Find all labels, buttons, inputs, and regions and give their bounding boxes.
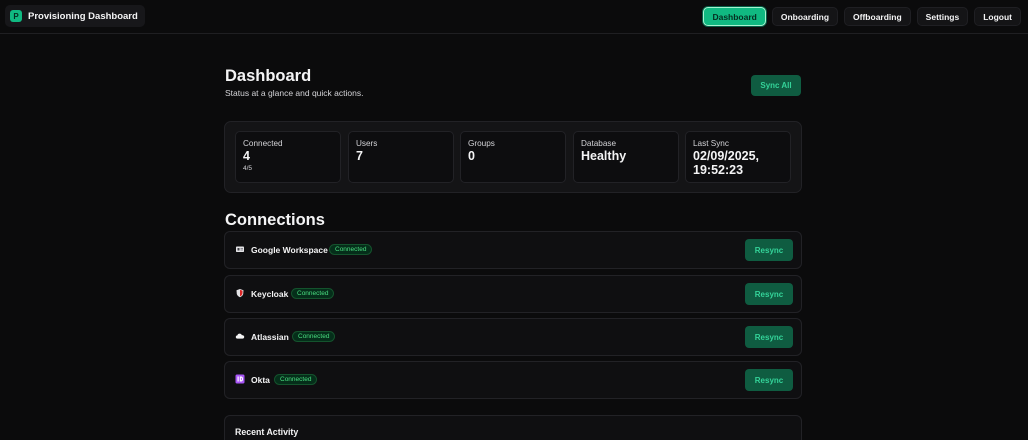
connection-name: Keycloak — [251, 289, 289, 299]
stat-label: Database — [581, 139, 617, 148]
main-nav: Dashboard Onboarding Offboarding Setting… — [703, 7, 1021, 26]
connection-name: Okta — [251, 375, 270, 385]
resync-button[interactable]: Resync — [745, 369, 793, 391]
nav-settings-button[interactable]: Settings — [916, 7, 969, 26]
stat-value: 02/09/2025, 19:52:23 — [693, 149, 760, 177]
resync-button[interactable]: Resync — [745, 326, 793, 348]
stat-card-connected: Connected 4 4/5 — [235, 131, 341, 183]
recent-activity-panel: Recent Activity — [224, 415, 802, 440]
brand[interactable]: P Provisioning Dashboard — [5, 5, 145, 27]
keycloak-shield-icon — [235, 288, 245, 298]
connection-name: Atlassian — [251, 332, 289, 342]
okta-id-icon — [235, 374, 245, 384]
stat-label: Users — [356, 139, 378, 148]
top-bar: P Provisioning Dashboard Dashboard Onboa… — [0, 0, 1028, 34]
status-badge: Connected — [329, 244, 373, 255]
connection-row-okta: Okta Connected Resync — [224, 361, 802, 399]
stat-value: Healthy — [581, 149, 627, 164]
stat-card-users: Users 7 — [348, 131, 454, 183]
stat-card-groups: Groups 0 — [460, 131, 566, 183]
connection-row-google-workspace: Google Workspace Connected Resync — [224, 231, 802, 269]
stats-panel: Connected 4 4/5 Users 7 Groups 0 Databas… — [224, 121, 802, 193]
resync-button[interactable]: Resync — [745, 283, 793, 305]
resync-button[interactable]: Resync — [745, 239, 793, 261]
recent-activity-title: Recent Activity — [235, 427, 299, 437]
stat-label: Connected — [243, 139, 283, 148]
app-logo-icon: P — [10, 10, 22, 22]
stat-subvalue: 4/5 — [243, 164, 253, 172]
stat-value: 0 — [468, 149, 475, 164]
app-title: Provisioning Dashboard — [28, 10, 138, 22]
status-badge: Connected — [291, 288, 335, 299]
stat-card-database: Database Healthy — [573, 131, 679, 183]
nav-offboarding-button[interactable]: Offboarding — [844, 7, 911, 26]
atlassian-cloud-icon — [235, 331, 245, 341]
nav-dashboard-button[interactable]: Dashboard — [703, 7, 766, 26]
connections-title: Connections — [225, 211, 325, 229]
stat-label: Last Sync — [693, 139, 729, 148]
logout-button[interactable]: Logout — [974, 7, 1021, 26]
nav-onboarding-button[interactable]: Onboarding — [771, 7, 839, 26]
connection-row-atlassian: Atlassian Connected Resync — [224, 318, 802, 356]
page-title: Dashboard — [225, 67, 312, 85]
connection-name: Google Workspace — [251, 245, 328, 255]
connection-row-keycloak: Keycloak Connected Resync — [224, 275, 802, 313]
status-badge: Connected — [274, 374, 318, 385]
stat-value: 7 — [356, 149, 363, 164]
sync-all-button[interactable]: Sync All — [751, 75, 801, 96]
page-subtitle: Status at a glance and quick actions. — [225, 88, 364, 98]
stat-value: 4 — [243, 149, 250, 164]
stat-card-last-sync: Last Sync 02/09/2025, 19:52:23 — [685, 131, 791, 183]
status-badge: Connected — [292, 331, 336, 342]
google-workspace-icon — [235, 244, 245, 254]
stat-label: Groups — [468, 139, 495, 148]
